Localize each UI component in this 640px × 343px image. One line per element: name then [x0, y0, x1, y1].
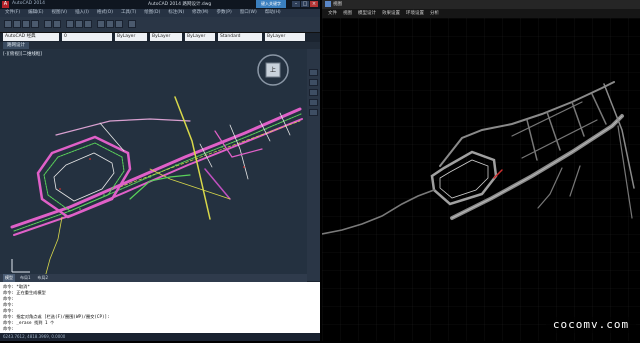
viewer-app-icon	[325, 1, 331, 7]
zoom-icon[interactable]	[75, 20, 83, 28]
viewer-menu-model[interactable]: 模型设计	[358, 9, 376, 18]
search-input[interactable]: 键入关键字	[256, 0, 286, 8]
menu-window[interactable]: 窗口(W)	[240, 9, 257, 17]
viewer-menu-file[interactable]: 文件	[328, 9, 337, 18]
text-style-select[interactable]: Standard	[218, 33, 262, 41]
coordinate-readout: 6243.7612, 4818.3969, 0.0000	[3, 334, 66, 339]
viewcube[interactable]: 上	[253, 50, 293, 90]
workspace-select[interactable]: AutoCAD 经典	[3, 33, 59, 41]
menu-file[interactable]: 文件(F)	[5, 9, 20, 17]
menu-tools[interactable]: 工具(T)	[121, 9, 136, 17]
tab-document[interactable]: 路网设计	[3, 42, 29, 49]
cad-title-bar: A AutoCAD 2014 AutoCAD 2014 路网设计.dwg 键入关…	[0, 0, 320, 9]
undo-icon[interactable]	[44, 20, 52, 28]
viewer-title-bar: 视图	[322, 0, 640, 9]
redo-icon[interactable]	[53, 20, 61, 28]
tool-palette-icon[interactable]	[115, 20, 123, 28]
cad-toolbar	[0, 17, 320, 33]
menu-view[interactable]: 视图(V)	[51, 9, 67, 17]
open-file-icon[interactable]	[13, 20, 21, 28]
viewer-3d-canvas[interactable]	[321, 18, 640, 341]
command-input[interactable]: 命令:	[3, 326, 317, 332]
app-logo-icon[interactable]: A	[2, 1, 9, 8]
menu-edit[interactable]: 编辑(E)	[28, 9, 43, 17]
menu-modify[interactable]: 修改(M)	[192, 9, 208, 17]
properties-icon[interactable]	[97, 20, 105, 28]
zoom-window-icon[interactable]	[84, 20, 92, 28]
help-icon[interactable]	[128, 20, 136, 28]
viewer-menu-bar: 文件 视图 模型设计 效果设置 环境设置 分析	[322, 9, 640, 18]
steering-wheel-icon[interactable]	[309, 69, 318, 76]
road-network-render	[321, 18, 640, 341]
pan-nav-icon[interactable]	[309, 79, 318, 86]
close-button[interactable]: ×	[310, 1, 318, 7]
plot-style-select[interactable]: ByLayer	[265, 33, 305, 41]
menu-dimension[interactable]: 标注(N)	[168, 9, 184, 17]
menu-draw[interactable]: 绘图(D)	[144, 9, 160, 17]
viewport-label[interactable]: [-][俯视][二维线框]	[3, 51, 42, 57]
tab-layout-2[interactable]: 布局2	[36, 274, 51, 282]
viewer-menu-view[interactable]: 视图	[343, 9, 352, 18]
navigation-bar	[307, 49, 320, 281]
maximize-button[interactable]: □	[301, 1, 309, 7]
tab-model[interactable]: 模型	[3, 274, 15, 282]
menu-format[interactable]: 格式(O)	[97, 9, 113, 17]
command-window[interactable]: 命令: *取消* 命令: 正在重生成模型 命令: 命令: 命令: 命令: 指定对…	[0, 282, 320, 333]
viewer-title: 视图	[333, 2, 342, 7]
viewer-menu-effects[interactable]: 效果设置	[382, 9, 400, 18]
cad-document-title: AutoCAD 2014 路网设计.dwg	[148, 2, 212, 7]
new-file-icon[interactable]	[4, 20, 12, 28]
viewer-menu-environment[interactable]: 环境设置	[406, 9, 424, 18]
lineweight-select[interactable]: ByLayer	[185, 33, 215, 41]
design-center-icon[interactable]	[106, 20, 114, 28]
tab-layout-1[interactable]: 布局1	[18, 274, 33, 282]
pan-icon[interactable]	[66, 20, 74, 28]
print-icon[interactable]	[31, 20, 39, 28]
document-tab-bar	[0, 42, 320, 49]
layer-select[interactable]: 0	[62, 33, 112, 41]
menu-parametric[interactable]: 参数(P)	[217, 9, 232, 17]
menu-help[interactable]: 帮助(H)	[265, 9, 281, 17]
watermark: cocomv.com	[546, 317, 636, 333]
linetype-select[interactable]: ByLayer	[150, 33, 182, 41]
save-icon[interactable]	[22, 20, 30, 28]
viewer-menu-analysis[interactable]: 分析	[430, 9, 439, 18]
viewcube-top-label: 上	[270, 67, 277, 74]
status-bar: 6243.7612, 4818.3969, 0.0000	[0, 333, 320, 341]
zoom-nav-icon[interactable]	[309, 89, 318, 96]
layout-tab-bar: 模型 布局1 布局2	[0, 274, 307, 282]
menu-insert[interactable]: 插入(I)	[75, 9, 89, 17]
showmotion-icon[interactable]	[309, 109, 318, 116]
color-select[interactable]: ByLayer	[115, 33, 147, 41]
cad-menu-bar: 文件(F) 编辑(E) 视图(V) 插入(I) 格式(O) 工具(T) 绘图(D) 标注(N)…	[0, 9, 320, 17]
minimize-button[interactable]: –	[292, 1, 300, 7]
cad-app-title: AutoCAD 2014	[12, 1, 46, 6]
orbit-nav-icon[interactable]	[309, 99, 318, 106]
